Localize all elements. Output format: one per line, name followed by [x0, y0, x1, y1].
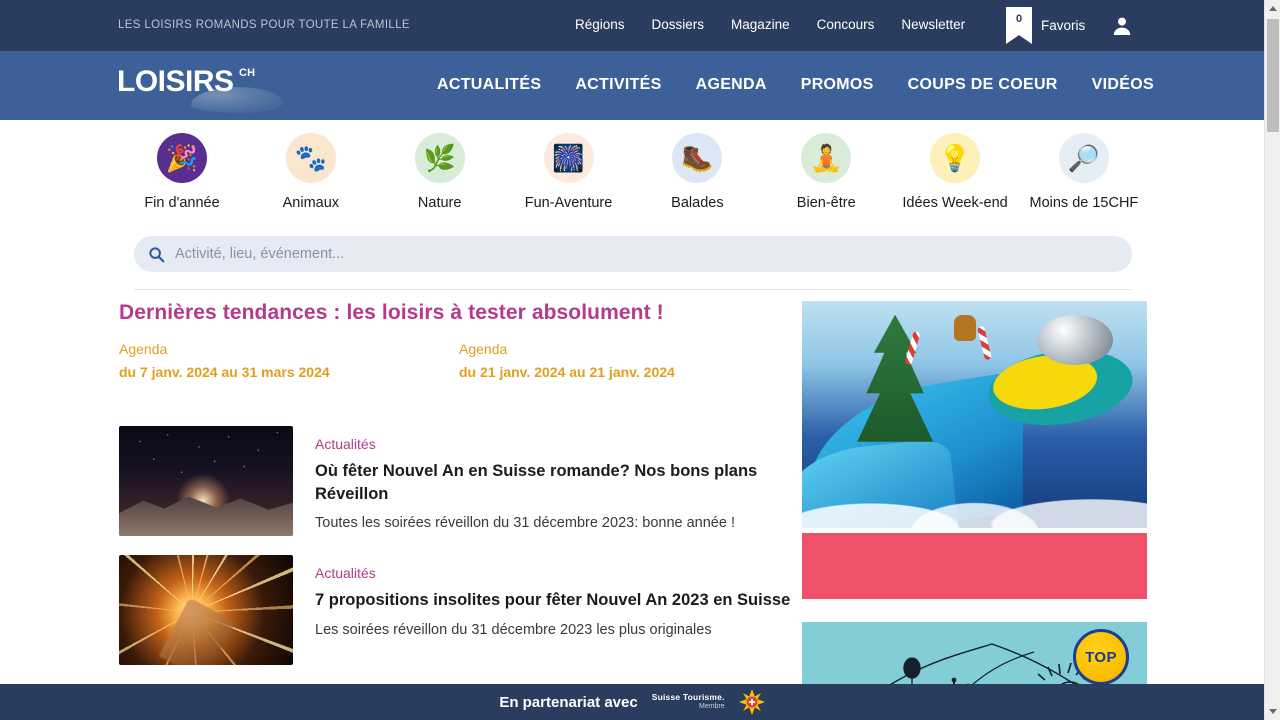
logo-tld: CH	[239, 67, 256, 79]
caret-up-icon[interactable]	[1265, 0, 1280, 17]
category-fin-dannee[interactable]: 🎉 Fin d'année	[118, 133, 246, 223]
article-lede: Les soirées réveillon du 31 décembre 202…	[315, 621, 712, 638]
nav-item-promos[interactable]: PROMOS	[801, 76, 874, 94]
site-tagline: LES LOISIRS ROMANDS POUR TOUTE LA FAMILL…	[118, 19, 410, 31]
category-shortcuts: 🎉 Fin d'année 🐾 Animaux 🌿 Nature 🎆 Fun-A…	[118, 133, 1148, 223]
content-divider	[134, 289, 1132, 290]
partner-membership: Membre	[699, 702, 725, 710]
article-body: Actualités Où fêter Nouvel An en Suisse …	[315, 426, 799, 536]
vertical-scrollbar[interactable]	[1264, 0, 1280, 720]
article-item[interactable]: Actualités Où fêter Nouvel An en Suisse …	[119, 426, 799, 536]
partner-label: En partenariat avec	[499, 693, 638, 711]
agenda-kicker: Agenda	[119, 341, 168, 357]
secondary-nav: Régions Dossiers Magazine Concours Newsl…	[575, 17, 965, 32]
caret-down-icon[interactable]	[1265, 703, 1280, 720]
category-label: Idées Week-end	[902, 195, 1008, 211]
paw-icon: 🐾	[285, 133, 336, 183]
category-label: Moins de 15CHF	[1029, 195, 1139, 211]
christmas-tree-icon	[857, 314, 934, 442]
category-label: Nature	[417, 195, 462, 211]
logo-wordmark: LOISIRS	[117, 65, 234, 98]
page-root: LES LOISIRS ROMANDS POUR TOUTE LA FAMILL…	[0, 0, 1280, 720]
user-icon[interactable]	[1110, 14, 1134, 38]
search-bar[interactable]	[134, 236, 1132, 272]
article-title[interactable]: 7 propositions insolites pour fêter Nouv…	[315, 589, 799, 612]
category-label: Balades	[671, 195, 724, 211]
article-kicker[interactable]: Actualités	[315, 436, 799, 452]
article-body: Actualités 7 propositions insolites pour…	[315, 555, 799, 665]
disco-ball-icon	[1036, 314, 1113, 365]
article-kicker[interactable]: Actualités	[315, 565, 799, 581]
sidebar-ads: TOP	[802, 301, 1147, 704]
category-label: Bien-être	[796, 195, 856, 211]
category-nature[interactable]: 🌿 Nature	[376, 133, 504, 223]
ad-waterpark-christmas[interactable]	[802, 301, 1147, 528]
meditation-icon: 🧘	[801, 133, 852, 183]
agenda-teaser[interactable]: Agenda du 21 janv. 2024 au 21 janv. 2024	[459, 341, 799, 380]
nav-item-agenda[interactable]: AGENDA	[696, 76, 767, 94]
search-icon	[148, 246, 165, 263]
topnav-item-newsletter[interactable]: Newsletter	[901, 17, 965, 32]
favorites-count: 0	[1015, 13, 1023, 25]
category-idees-week-end[interactable]: 💡 Idées Week-end	[891, 133, 1019, 223]
scrollbar-thumb[interactable]	[1267, 19, 1279, 132]
bulb-icon: 💡	[930, 133, 981, 183]
agenda-kicker: Agenda	[459, 341, 508, 357]
partner-footer: En partenariat avec Suisse Tourisme. Mem…	[0, 684, 1264, 720]
favorites-label: Favoris	[1041, 18, 1086, 33]
bookmark-icon: 0	[1006, 7, 1032, 44]
agenda-teasers: Agenda du 7 janv. 2024 au 31 mars 2024 A…	[119, 341, 799, 380]
article-thumbnail[interactable]	[119, 426, 293, 536]
gingerbread-icon	[953, 314, 976, 341]
topnav-item-dossiers[interactable]: Dossiers	[652, 17, 705, 32]
category-label: Fin d'année	[144, 195, 220, 211]
candy-cane-icon	[977, 325, 993, 361]
nav-item-activites[interactable]: ACTIVITÉS	[575, 76, 661, 94]
agenda-dates: du 7 janv. 2024 au 31 mars 2024	[119, 364, 330, 380]
category-label: Animaux	[282, 195, 340, 211]
category-balades[interactable]: 🥾 Balades	[633, 133, 761, 223]
category-moins-de-15chf[interactable]: 🔎 Moins de 15CHF	[1020, 133, 1148, 223]
article-item[interactable]: Actualités 7 propositions insolites pour…	[119, 555, 799, 665]
nav-item-actualites[interactable]: ACTUALITÉS	[437, 76, 541, 94]
nav-item-coups-de-coeur[interactable]: COUPS DE COEUR	[908, 76, 1058, 94]
firework-icon: 🎆	[543, 133, 594, 183]
section-headline: Dernières tendances : les loisirs à test…	[119, 301, 664, 324]
favorites-button[interactable]: 0 Favoris	[1006, 7, 1085, 44]
agenda-teaser[interactable]: Agenda du 7 janv. 2024 au 31 mars 2024	[119, 341, 459, 380]
partner-logo[interactable]: Suisse Tourisme. Membre	[652, 693, 725, 710]
category-label: Fun-Aventure	[524, 195, 613, 211]
search-input[interactable]	[175, 246, 1118, 262]
topnav-item-magazine[interactable]: Magazine	[731, 17, 790, 32]
article-thumbnail[interactable]	[119, 555, 293, 665]
leaf-icon: 🌿	[414, 133, 465, 183]
primary-nav: ACTUALITÉS ACTIVITÉS AGENDA PROMOS COUPS…	[437, 76, 1154, 94]
category-animaux[interactable]: 🐾 Animaux	[247, 133, 375, 223]
site-logo[interactable]: LOISIRS CH	[117, 63, 283, 113]
article-list: Actualités Où fêter Nouvel An en Suisse …	[119, 426, 799, 684]
partner-name: Suisse Tourisme.	[651, 692, 725, 703]
water-foam	[802, 450, 1147, 528]
agenda-dates: du 21 janv. 2024 au 21 janv. 2024	[459, 364, 675, 380]
boot-icon: 🥾	[672, 133, 723, 183]
topnav-item-concours[interactable]: Concours	[817, 17, 875, 32]
confetti-icon: 🎉	[157, 133, 207, 183]
topnav-item-regions[interactable]: Régions	[575, 17, 625, 32]
article-lede: Toutes les soirées réveillon du 31 décem…	[315, 515, 735, 532]
nav-item-videos[interactable]: VIDÉOS	[1092, 76, 1154, 94]
category-bien-etre[interactable]: 🧘 Bien-être	[762, 133, 890, 223]
top-utility-bar: LES LOISIRS ROMANDS POUR TOUTE LA FAMILL…	[0, 0, 1264, 51]
category-fun-aventure[interactable]: 🎆 Fun-Aventure	[505, 133, 633, 223]
edelweiss-sun-icon	[738, 689, 765, 715]
top-badge: TOP	[1073, 629, 1129, 685]
primary-nav-bar: LOISIRS CH ACTUALITÉS ACTIVITÉS AGENDA P…	[0, 51, 1264, 120]
ad-pink-banner[interactable]	[802, 533, 1147, 599]
article-title[interactable]: Où fêter Nouvel An en Suisse romande? No…	[315, 460, 799, 505]
discount-icon: 🔎	[1058, 133, 1109, 183]
